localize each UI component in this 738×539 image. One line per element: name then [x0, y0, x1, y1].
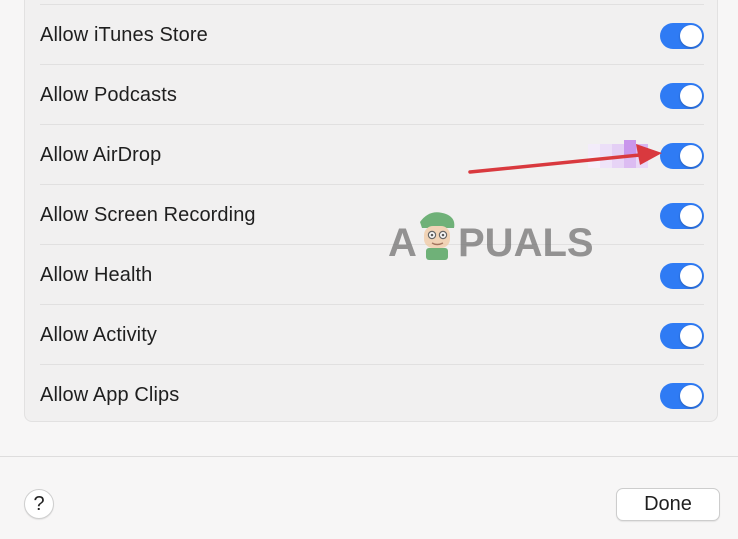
setting-label: Allow AirDrop	[40, 144, 162, 166]
toggle-knob	[680, 85, 702, 107]
setting-label: Allow App Clips	[40, 384, 180, 406]
setting-label: Allow Screen Recording	[40, 204, 256, 226]
toggle-switch[interactable]	[660, 83, 704, 109]
setting-row-app-clips: Allow App Clips	[40, 364, 704, 424]
toggle-switch[interactable]	[660, 143, 704, 169]
setting-label: Allow Health	[40, 264, 153, 286]
setting-row-podcasts: Allow Podcasts	[40, 64, 704, 124]
help-button[interactable]: ?	[24, 489, 54, 519]
toggle-knob	[680, 145, 702, 167]
setting-label: Allow Podcasts	[40, 84, 178, 106]
toggle-knob	[680, 205, 702, 227]
setting-row-itunes-store: Allow iTunes Store	[40, 4, 704, 64]
toggle-switch[interactable]	[660, 203, 704, 229]
toggle-switch[interactable]	[660, 23, 704, 49]
done-button[interactable]: Done	[616, 488, 720, 521]
toggle-knob	[680, 325, 702, 347]
footer-divider	[0, 456, 738, 457]
setting-row-screen-recording: Allow Screen Recording	[40, 184, 704, 244]
setting-label: Allow Activity	[40, 324, 157, 346]
toggle-knob	[680, 265, 702, 287]
toggle-switch[interactable]	[660, 323, 704, 349]
setting-row-airdrop: Allow AirDrop	[40, 124, 704, 184]
toggle-knob	[680, 385, 702, 407]
toggle-switch[interactable]	[660, 263, 704, 289]
setting-row-activity: Allow Activity	[40, 304, 704, 364]
setting-label: Allow iTunes Store	[40, 24, 208, 46]
toggle-switch[interactable]	[660, 383, 704, 409]
setting-row-health: Allow Health	[40, 244, 704, 304]
settings-panel: Allow iTunes Store Allow Podcasts Allow …	[24, 0, 718, 422]
toggle-knob	[680, 25, 702, 47]
